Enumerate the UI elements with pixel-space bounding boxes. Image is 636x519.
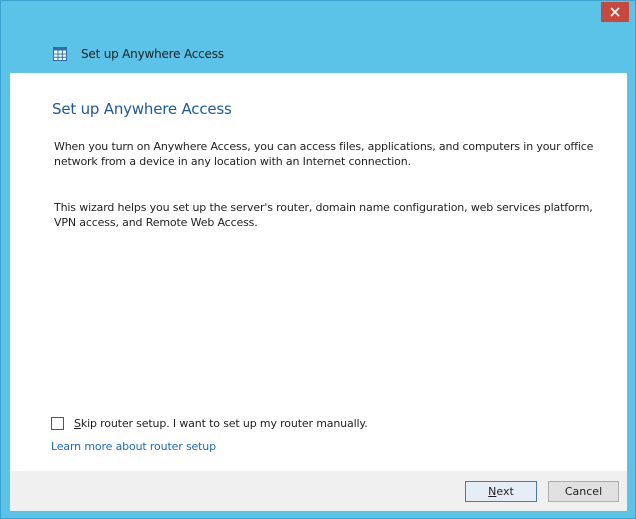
intro-paragraph: When you turn on Anywhere Access, you ca… [54,140,594,168]
wizard-content: Set up Anywhere Access When you turn on … [10,73,627,471]
page-title: Set up Anywhere Access [52,100,232,118]
close-button[interactable] [601,2,629,22]
wizard-footer: Next Cancel [10,471,627,511]
cancel-button[interactable]: Cancel [548,481,619,502]
wizard-window: Set up Anywhere Access Set up Anywhere A… [0,0,636,519]
next-label-text: ext [496,485,514,498]
close-icon [610,7,620,17]
skip-router-checkbox[interactable] [51,417,64,430]
skip-router-label-text: kip router setup. I want to set up my ro… [80,417,368,430]
skip-router-mnemonic: S [74,417,81,430]
next-mnemonic: N [488,485,497,498]
window-title: Set up Anywhere Access [81,47,224,61]
learn-more-router-link[interactable]: Learn more about router setup [51,440,216,453]
skip-router-label[interactable]: Skip router setup. I want to set up my r… [74,417,368,430]
skip-router-option[interactable]: Skip router setup. I want to set up my r… [51,417,368,430]
title-bar: Set up Anywhere Access [53,45,224,63]
next-button[interactable]: Next [465,481,537,502]
table-app-icon [53,47,67,61]
wizard-description: This wizard helps you set up the server'… [54,201,593,229]
